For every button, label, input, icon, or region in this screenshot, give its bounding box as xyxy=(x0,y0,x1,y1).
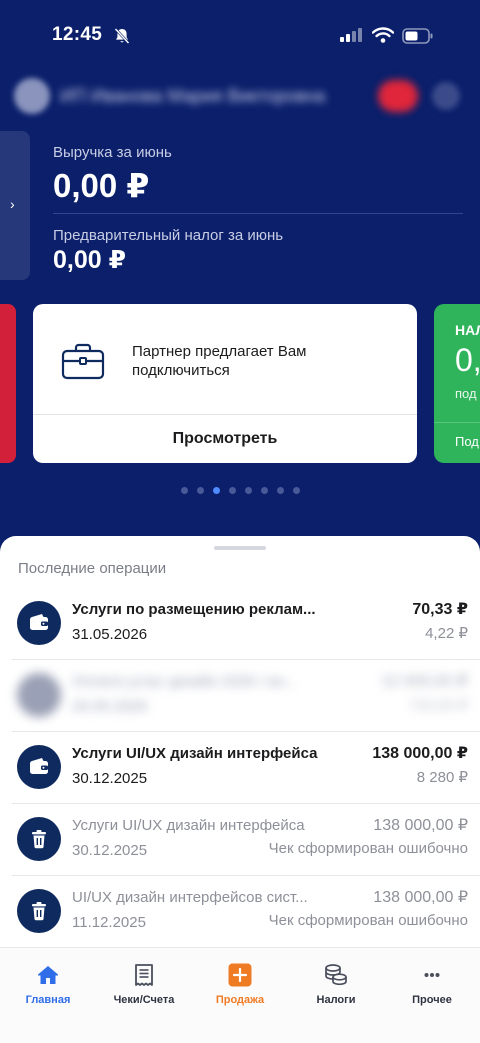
chevron-right-icon[interactable]: › xyxy=(10,196,15,212)
operation-amount: 138 000,00 ₽ xyxy=(372,745,468,762)
summary-divider xyxy=(53,213,463,214)
operation-status: Чек сформирован ошибочно xyxy=(268,840,468,857)
operation-amount: 138 000,00 ₽ xyxy=(373,889,468,906)
tab-label: Чеки/Счета xyxy=(113,994,175,1006)
tab-receipts[interactable]: Чеки/Счета xyxy=(96,958,192,1018)
trash-icon xyxy=(17,889,61,933)
profile-bar[interactable]: ИП Иванова Мария Викторовна xyxy=(12,78,468,114)
revenue-value: 0,00 ₽ xyxy=(53,167,150,204)
tab-taxes[interactable]: Налоги xyxy=(288,958,384,1018)
receipt-icon xyxy=(135,964,153,986)
green-card-value: 0, xyxy=(455,342,480,378)
cellular-signal-icon xyxy=(340,28,362,42)
coins-icon xyxy=(325,964,347,986)
carousel-pagination[interactable] xyxy=(0,487,480,495)
more-icon xyxy=(424,973,440,977)
status-bar: 12:45 xyxy=(0,22,480,50)
settings-button[interactable] xyxy=(432,82,460,110)
operation-amount: 12 000,00 ₽ xyxy=(381,673,468,690)
operation-row-cancelled[interactable]: UI/UX дизайн интерфейсов сист... 11.12.2… xyxy=(0,876,480,948)
partner-offer-text: Партнер предлагает Вам подключиться xyxy=(132,343,307,379)
wifi-icon xyxy=(372,27,394,43)
avatar[interactable] xyxy=(14,78,50,114)
tab-label: Главная xyxy=(25,994,71,1006)
recent-operations-title: Последние операции xyxy=(18,560,167,577)
page-dot-active[interactable] xyxy=(212,487,220,494)
green-card-sub: под xyxy=(455,386,477,401)
page-dot[interactable] xyxy=(292,487,300,494)
operation-row[interactable]: Услуги UI/UX дизайн интерфейса 30.12.202… xyxy=(0,732,480,804)
green-card-divider xyxy=(434,422,480,423)
operation-date: 20.05.2026 xyxy=(72,698,148,715)
tab-sale[interactable]: Продажа xyxy=(192,958,288,1018)
status-time: 12:45 xyxy=(52,24,103,45)
wallet-icon xyxy=(17,745,61,789)
partner-offer-card[interactable]: Партнер предлагает Вам подключиться Прос… xyxy=(33,304,417,463)
next-carousel-card[interactable]: НАЛ 0, под Под xyxy=(434,304,480,463)
wallet-icon xyxy=(17,673,61,717)
operation-tax: 8 280 ₽ xyxy=(416,769,468,786)
tax-value: 0,00 ₽ xyxy=(53,246,126,274)
prev-carousel-card[interactable] xyxy=(0,304,16,463)
page-dot[interactable] xyxy=(196,487,204,494)
home-icon xyxy=(38,966,58,984)
tab-label: Налоги xyxy=(316,994,356,1006)
operation-tax: 720,00 ₽ xyxy=(408,697,468,714)
sheet-drag-handle[interactable] xyxy=(214,546,266,550)
previous-summary-tab[interactable] xyxy=(0,131,30,280)
home-header: 12:45 ИП Иванова Мария Викторовна › Выру… xyxy=(0,0,480,560)
revenue-label: Выручка за июнь xyxy=(53,144,172,161)
green-card-footer: Под xyxy=(455,434,479,449)
operation-title: Оплата услуг дизайн 2026 / ин... xyxy=(72,673,297,690)
page-dot[interactable] xyxy=(244,487,252,494)
page-dot[interactable] xyxy=(260,487,268,494)
trash-icon xyxy=(17,817,61,861)
operation-title: Услуги UI/UX дизайн интерфейса xyxy=(72,817,305,834)
page-dot[interactable] xyxy=(228,487,236,494)
operation-date: 30.12.2025 xyxy=(72,842,148,859)
plus-icon xyxy=(228,963,252,987)
operation-amount: 70,33 ₽ xyxy=(412,601,468,618)
operation-title: UI/UX дизайн интерфейсов сист... xyxy=(72,889,308,906)
operation-amount: 138 000,00 ₽ xyxy=(373,817,468,834)
operation-status: Чек сформирован ошибочно xyxy=(268,912,468,929)
tab-label: Прочее xyxy=(412,994,452,1006)
notification-badge[interactable] xyxy=(378,80,418,112)
bottom-tab-bar: Главная Чеки/Счета Продажа Налоги Прочее xyxy=(0,947,480,1043)
briefcase-icon xyxy=(61,343,105,380)
view-button[interactable]: Просмотреть xyxy=(33,415,417,463)
bell-slash-icon xyxy=(114,28,130,44)
operation-date: 11.12.2025 xyxy=(72,914,146,931)
tab-label: Продажа xyxy=(215,994,265,1006)
operation-row[interactable]: Оплата услуг дизайн 2026 / ин... 20.05.2… xyxy=(0,660,480,732)
operation-title: Услуги по размещению реклам... xyxy=(72,601,316,618)
tab-home[interactable]: Главная xyxy=(0,958,96,1018)
wallet-icon xyxy=(17,601,61,645)
operation-date: 31.05.2026 xyxy=(72,626,148,643)
tab-more[interactable]: Прочее xyxy=(384,958,480,1018)
operation-row[interactable]: Услуги по размещению реклам... 31.05.202… xyxy=(0,588,480,660)
profile-name[interactable]: ИП Иванова Мария Викторовна xyxy=(60,86,325,107)
tax-label: Предварительный налог за июнь xyxy=(53,227,284,244)
operation-row-cancelled[interactable]: Услуги UI/UX дизайн интерфейса 30.12.202… xyxy=(0,804,480,876)
operation-tax: 4,22 ₽ xyxy=(425,625,468,642)
operation-title: Услуги UI/UX дизайн интерфейса xyxy=(72,745,318,762)
green-card-title: НАЛ xyxy=(455,322,480,338)
page-dot[interactable] xyxy=(180,487,188,494)
operation-date: 30.12.2025 xyxy=(72,770,148,787)
battery-icon xyxy=(402,28,433,44)
page-dot[interactable] xyxy=(276,487,284,494)
